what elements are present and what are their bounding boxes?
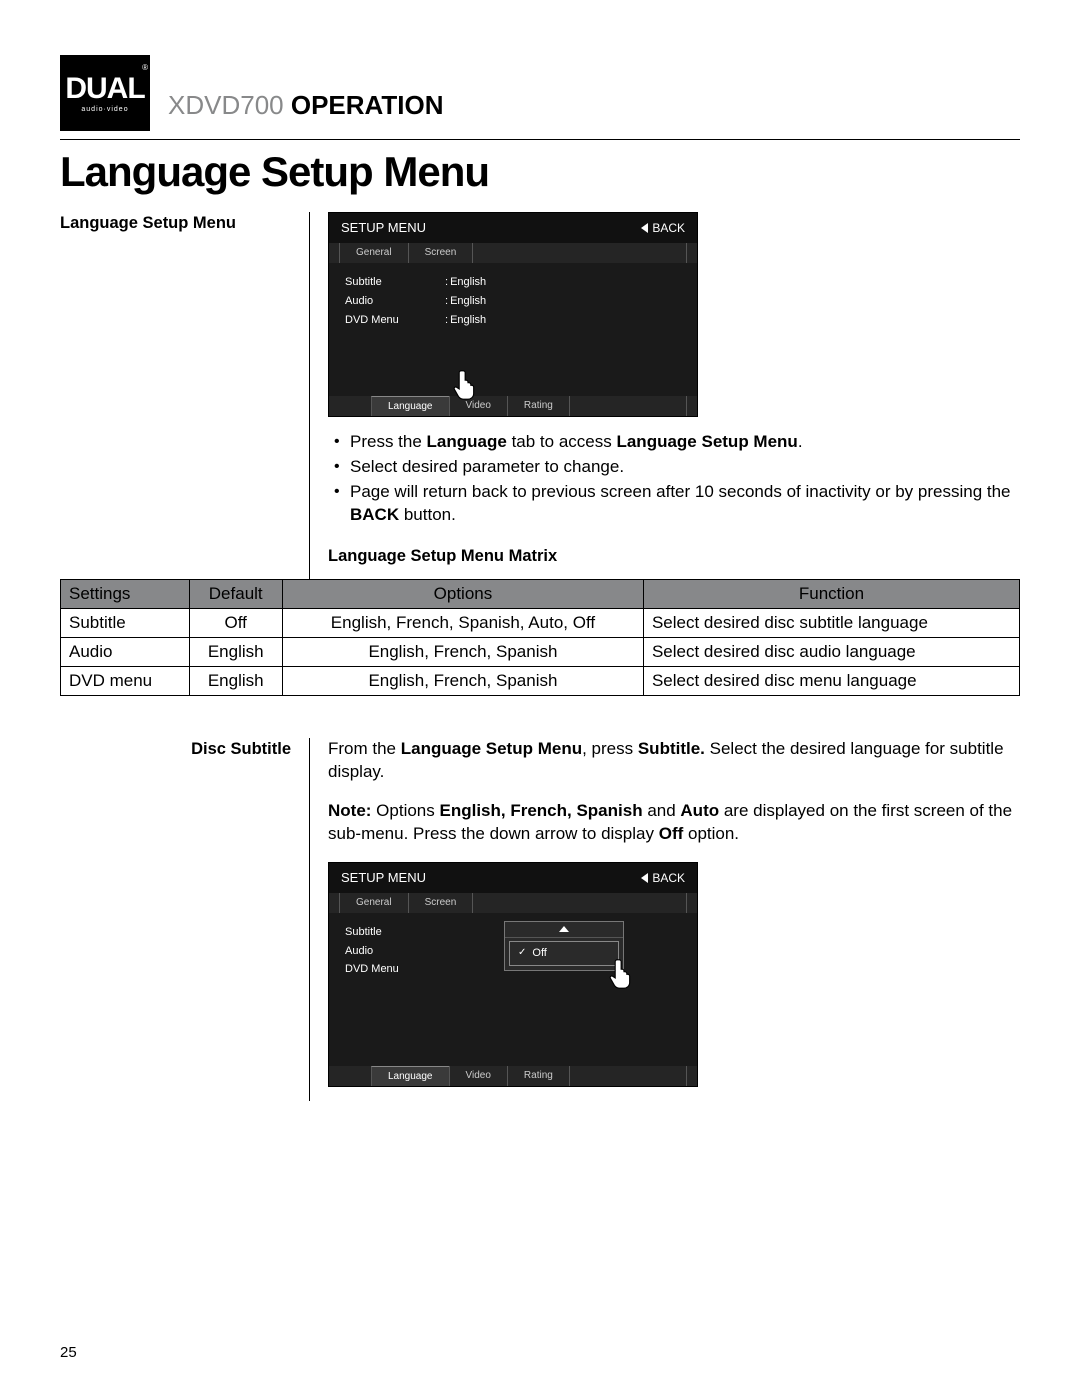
hand-pointer-icon [449, 368, 483, 402]
tab-language: Language [371, 1066, 449, 1086]
col-function: Function [643, 580, 1019, 609]
model-number: XDVD700 [168, 90, 284, 120]
osd-screenshot-1: SETUP MENU BACK General Screen SubtitleE… [328, 212, 698, 417]
disc-subtitle-para2: Note: Options English, French, Spanish a… [328, 800, 1020, 846]
osd-bottom-tabs: Language Video Rating [329, 1066, 697, 1086]
page-title: Language Setup Menu [60, 148, 1020, 196]
section-disc-subtitle: Disc Subtitle From the Language Setup Me… [60, 738, 1020, 1101]
model-section-title: XDVD700 OPERATION [168, 90, 444, 121]
matrix-title: Language Setup Menu Matrix [328, 545, 1020, 567]
table-row: Subtitle Off English, French, Spanish, A… [61, 609, 1020, 638]
bullet-3: Page will return back to previous screen… [328, 481, 1020, 527]
osd-title: SETUP MENU [341, 869, 426, 887]
osd-screenshot-2: SETUP MENU BACK General Screen Subtitle … [328, 862, 698, 1087]
section-content: From the Language Setup Menu, press Subt… [310, 738, 1020, 1101]
back-arrow-icon [641, 223, 648, 233]
brand-name: DUAL [65, 74, 144, 104]
tab-rating: Rating [507, 1066, 569, 1086]
table-row: Audio English English, French, Spanish S… [61, 638, 1020, 667]
table-row: DVD menu English English, French, Spanis… [61, 667, 1020, 696]
bullet-2: Select desired parameter to change. [328, 456, 1020, 479]
osd-top-tabs: General Screen [329, 243, 697, 263]
language-matrix-table: Settings Default Options Function Subtit… [60, 579, 1020, 696]
osd-back-button: BACK [641, 870, 685, 886]
col-default: Default [189, 580, 282, 609]
osd-bottom-tabs: Language Video Rating [329, 396, 697, 416]
scroll-up-row [505, 922, 623, 938]
disc-subtitle-para1: From the Language Setup Menu, press Subt… [328, 738, 1020, 784]
col-options: Options [282, 580, 643, 609]
brand-subtitle: audio·video [81, 106, 128, 113]
tab-language: Language [371, 396, 449, 416]
section-label: Language Setup Menu [60, 212, 310, 579]
dropdown-option-off: ✓Off [509, 941, 619, 966]
instruction-list: Press the Language tab to access Languag… [328, 431, 1020, 527]
osd-top-tabs: General Screen [329, 893, 697, 913]
section-content: SETUP MENU BACK General Screen SubtitleE… [310, 212, 1020, 579]
check-icon: ✓ [518, 946, 526, 960]
tab-general: General [339, 243, 408, 263]
back-arrow-icon [641, 873, 648, 883]
tab-general: General [339, 893, 408, 913]
tab-rating: Rating [507, 396, 569, 416]
tab-screen: Screen [408, 893, 473, 913]
section-language-setup: Language Setup Menu SETUP MENU BACK Gene… [60, 212, 1020, 579]
col-settings: Settings [61, 580, 190, 609]
registered-mark: ® [142, 63, 148, 72]
page-number: 25 [60, 1344, 77, 1361]
osd-title: SETUP MENU [341, 219, 426, 237]
section-label: Disc Subtitle [60, 738, 310, 1101]
osd-body: SubtitleEnglish AudioEnglish DVD MenuEng… [329, 263, 697, 396]
tab-video: Video [449, 1066, 507, 1086]
hand-pointer-icon [605, 957, 639, 991]
brand-logo: ® DUAL audio·video [60, 55, 150, 131]
arrow-up-icon [559, 926, 569, 932]
tab-screen: Screen [408, 243, 473, 263]
osd-back-button: BACK [641, 220, 685, 236]
header-rule [60, 139, 1020, 140]
page-header: ® DUAL audio·video XDVD700 OPERATION [60, 55, 1020, 131]
bullet-1: Press the Language tab to access Languag… [328, 431, 1020, 454]
section-word: OPERATION [291, 90, 444, 120]
